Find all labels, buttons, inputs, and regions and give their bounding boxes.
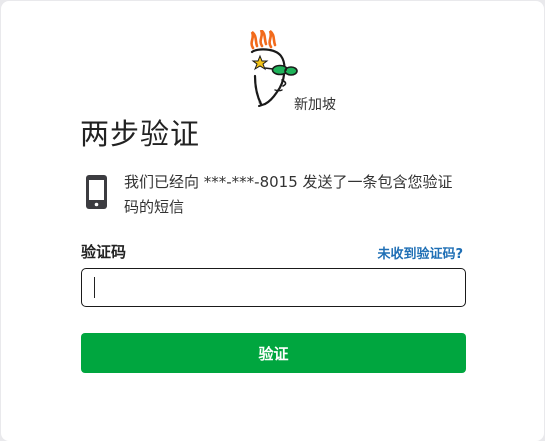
svg-text:®: ® (258, 100, 262, 105)
region-label: 新加坡 (294, 97, 336, 113)
verify-button[interactable]: 验证 (81, 333, 466, 373)
page-title: 两步验证 (80, 117, 201, 151)
text-cursor (94, 277, 95, 298)
sms-sent-message: 我们已经向 ***-***-8015 发送了一条包含您验证码的短信 (124, 173, 453, 216)
verification-code-input[interactable] (81, 268, 466, 307)
two-step-card: ® 新加坡 两步验证 我们已经向 ***-***-8015 发送了一条包含您验证… (1, 1, 544, 441)
code-not-received-link[interactable]: 未收到验证码? (377, 243, 463, 262)
mobile-phone-icon (86, 175, 107, 209)
godaddy-guy-logo-icon: ® (250, 30, 298, 107)
code-field-label: 验证码 (81, 243, 127, 261)
